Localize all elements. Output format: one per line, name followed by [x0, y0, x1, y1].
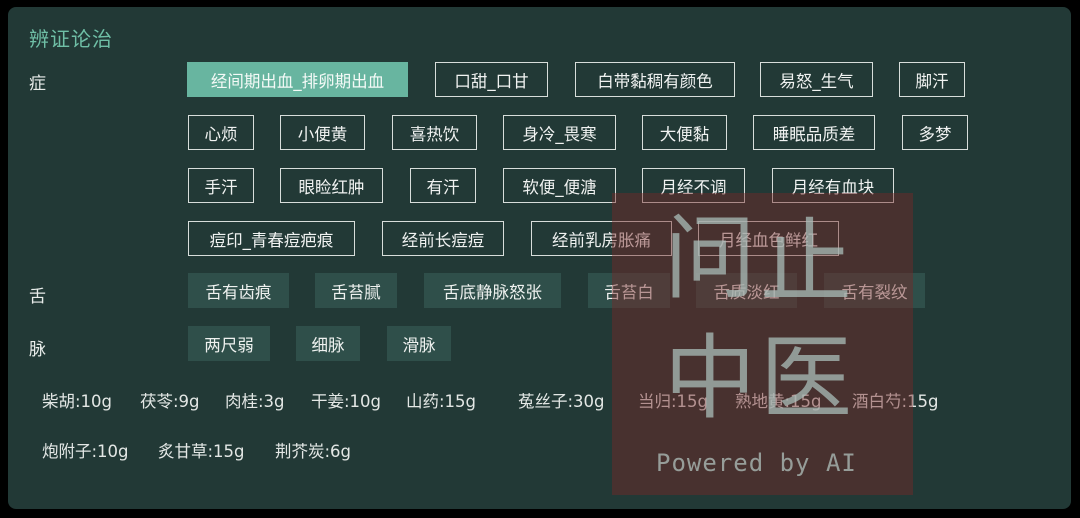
herb-dosage: 干姜:10g: [311, 392, 382, 411]
tongue-chip[interactable]: 舌苔腻: [315, 273, 397, 308]
symptom-chip[interactable]: 多梦: [902, 115, 968, 150]
symptoms-label: 症: [29, 74, 46, 94]
tongue-chip[interactable]: 舌有裂纹: [824, 273, 925, 308]
symptom-chip[interactable]: 小便黄: [280, 115, 365, 150]
tongue-chip[interactable]: 舌底静脉怒张: [424, 273, 561, 308]
symptom-chip[interactable]: 有汗: [410, 168, 476, 203]
symptom-chip[interactable]: 眼睑红肿: [280, 168, 383, 203]
herb-dosage: 菟丝子:30g: [518, 392, 605, 411]
symptom-chip[interactable]: 软便_便溏: [503, 168, 616, 203]
symptom-chip[interactable]: 月经有血块: [772, 168, 894, 203]
symptom-chip[interactable]: 喜热饮: [392, 115, 477, 150]
pulse-label: 脉: [29, 340, 46, 360]
tongue-chip[interactable]: 舌质淡红: [696, 273, 797, 308]
symptom-chip[interactable]: 月经不调: [642, 168, 745, 203]
symptom-chip[interactable]: 手汗: [188, 168, 254, 203]
symptom-chip[interactable]: 经前乳房胀痛: [531, 221, 672, 256]
symptom-chip[interactable]: 心烦: [188, 115, 254, 150]
herb-dosage: 荆芥炭:6g: [275, 442, 352, 461]
symptom-chip-selected[interactable]: 经间期出血_排卵期出血: [187, 62, 408, 97]
symptom-chip[interactable]: 身冷_畏寒: [503, 115, 616, 150]
herb-dosage: 炮附子:10g: [42, 442, 129, 461]
symptom-chip[interactable]: 脚汗: [899, 62, 965, 97]
watermark-subtitle: Powered by AI: [656, 449, 857, 477]
herb-dosage: 当归:15g: [638, 392, 709, 411]
diagnosis-panel: 辨证论治 症 经间期出血_排卵期出血 口甜_口甘 白带黏稠有颜色 易怒_生气 脚…: [8, 7, 1071, 509]
symptom-chip[interactable]: 经前长痘痘: [382, 221, 504, 256]
herb-dosage: 茯苓:9g: [140, 392, 200, 411]
pulse-chip[interactable]: 两尺弱: [188, 326, 270, 361]
herb-dosage: 熟地黄:15g: [735, 392, 822, 411]
pulse-chip[interactable]: 滑脉: [387, 326, 451, 361]
symptom-chip[interactable]: 痘印_青春痘疤痕: [188, 221, 355, 256]
symptom-chip[interactable]: 口甜_口甘: [435, 62, 548, 97]
tongue-label: 舌: [29, 287, 46, 307]
herb-dosage: 肉桂:3g: [225, 392, 285, 411]
pulse-chip[interactable]: 细脉: [296, 326, 360, 361]
herb-dosage: 炙甘草:15g: [158, 442, 245, 461]
tongue-chip[interactable]: 舌有齿痕: [188, 273, 289, 308]
symptom-chip[interactable]: 大便黏: [642, 115, 727, 150]
panel-title: 辨证论治: [29, 27, 113, 51]
herb-dosage: 山药:15g: [406, 392, 477, 411]
symptom-chip[interactable]: 睡眠品质差: [753, 115, 875, 150]
herb-dosage: 酒白芍:15g: [852, 392, 939, 411]
herb-dosage: 柴胡:10g: [42, 392, 113, 411]
tongue-chip[interactable]: 舌苔白: [588, 273, 670, 308]
symptom-chip[interactable]: 白带黏稠有颜色: [575, 62, 735, 97]
symptom-chip[interactable]: 月经血色鲜红: [698, 221, 839, 256]
symptom-chip[interactable]: 易怒_生气: [760, 62, 873, 97]
